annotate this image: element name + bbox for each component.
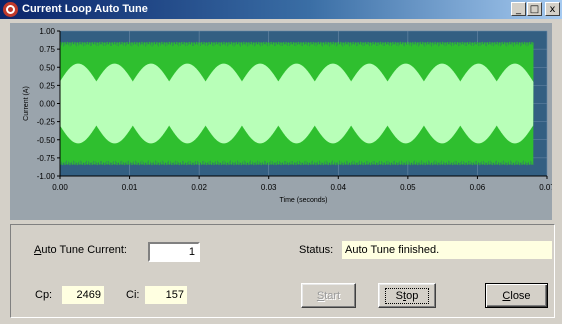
cp-value: 2469 [62, 286, 104, 304]
y-tick-label: -0.25 [37, 118, 56, 127]
y-tick-label: -1.00 [37, 172, 56, 181]
title-bar[interactable]: Current Loop Auto Tune _ □ x [0, 0, 562, 19]
minimize-icon[interactable]: _ [511, 2, 526, 16]
y-tick-label: 0.00 [39, 100, 55, 109]
ci-value: 157 [145, 286, 187, 304]
x-tick-label: 0.03 [261, 183, 277, 192]
x-tick-label: 0.02 [191, 183, 207, 192]
ci-label: Ci: [126, 289, 140, 301]
status-label: Status: [299, 244, 334, 256]
close-button[interactable]: Close [485, 283, 548, 308]
current-chart: 1.00 0.75 0.50 0.25 0.00 -0.25 -0.50 -0.75 -1.00… [10, 23, 555, 220]
y-axis-label: Current (A) [23, 86, 30, 121]
status-value: Auto Tune finished. [342, 241, 552, 259]
maximize-icon[interactable]: □ [527, 2, 542, 16]
window-title: Current Loop Auto Tune [22, 3, 148, 15]
y-tick-label: 0.75 [39, 45, 55, 54]
auto-tune-current-label: Auto Tune Current: [34, 244, 127, 256]
x-tick-label: 0.01 [122, 183, 138, 192]
y-tick-label: -0.50 [37, 136, 56, 145]
control-panel: Auto Tune Current: 1 Status: Auto Tune f… [10, 224, 555, 318]
y-tick-label: -0.75 [37, 154, 56, 163]
chart-svg: 1.00 0.75 0.50 0.25 0.00 -0.25 -0.50 -0.75 -1.00… [10, 23, 555, 220]
cp-label: Cp: [35, 289, 53, 301]
x-tick-label: 0.04 [330, 183, 346, 192]
auto-tune-current-input[interactable]: 1 [148, 242, 200, 262]
app-logo-icon [3, 2, 18, 17]
stop-button[interactable]: Stop [378, 283, 436, 308]
close-icon[interactable]: x [545, 2, 560, 16]
x-tick-label: 0.06 [470, 183, 486, 192]
y-tick-label: 1.00 [39, 27, 55, 36]
x-axis-label: Time (seconds) [280, 197, 328, 204]
y-tick-label: 0.50 [39, 63, 55, 72]
x-tick-label: 0.07 [539, 183, 552, 192]
y-tick-label: 0.25 [39, 81, 55, 90]
window-controls: _ □ x [511, 2, 560, 16]
start-button[interactable]: Start [301, 283, 356, 308]
x-tick-label: 0.00 [52, 183, 68, 192]
x-tick-label: 0.05 [400, 183, 416, 192]
auto-tune-window: Current Loop Auto Tune _ □ x 1.00 0.75 0.5… [0, 0, 562, 324]
